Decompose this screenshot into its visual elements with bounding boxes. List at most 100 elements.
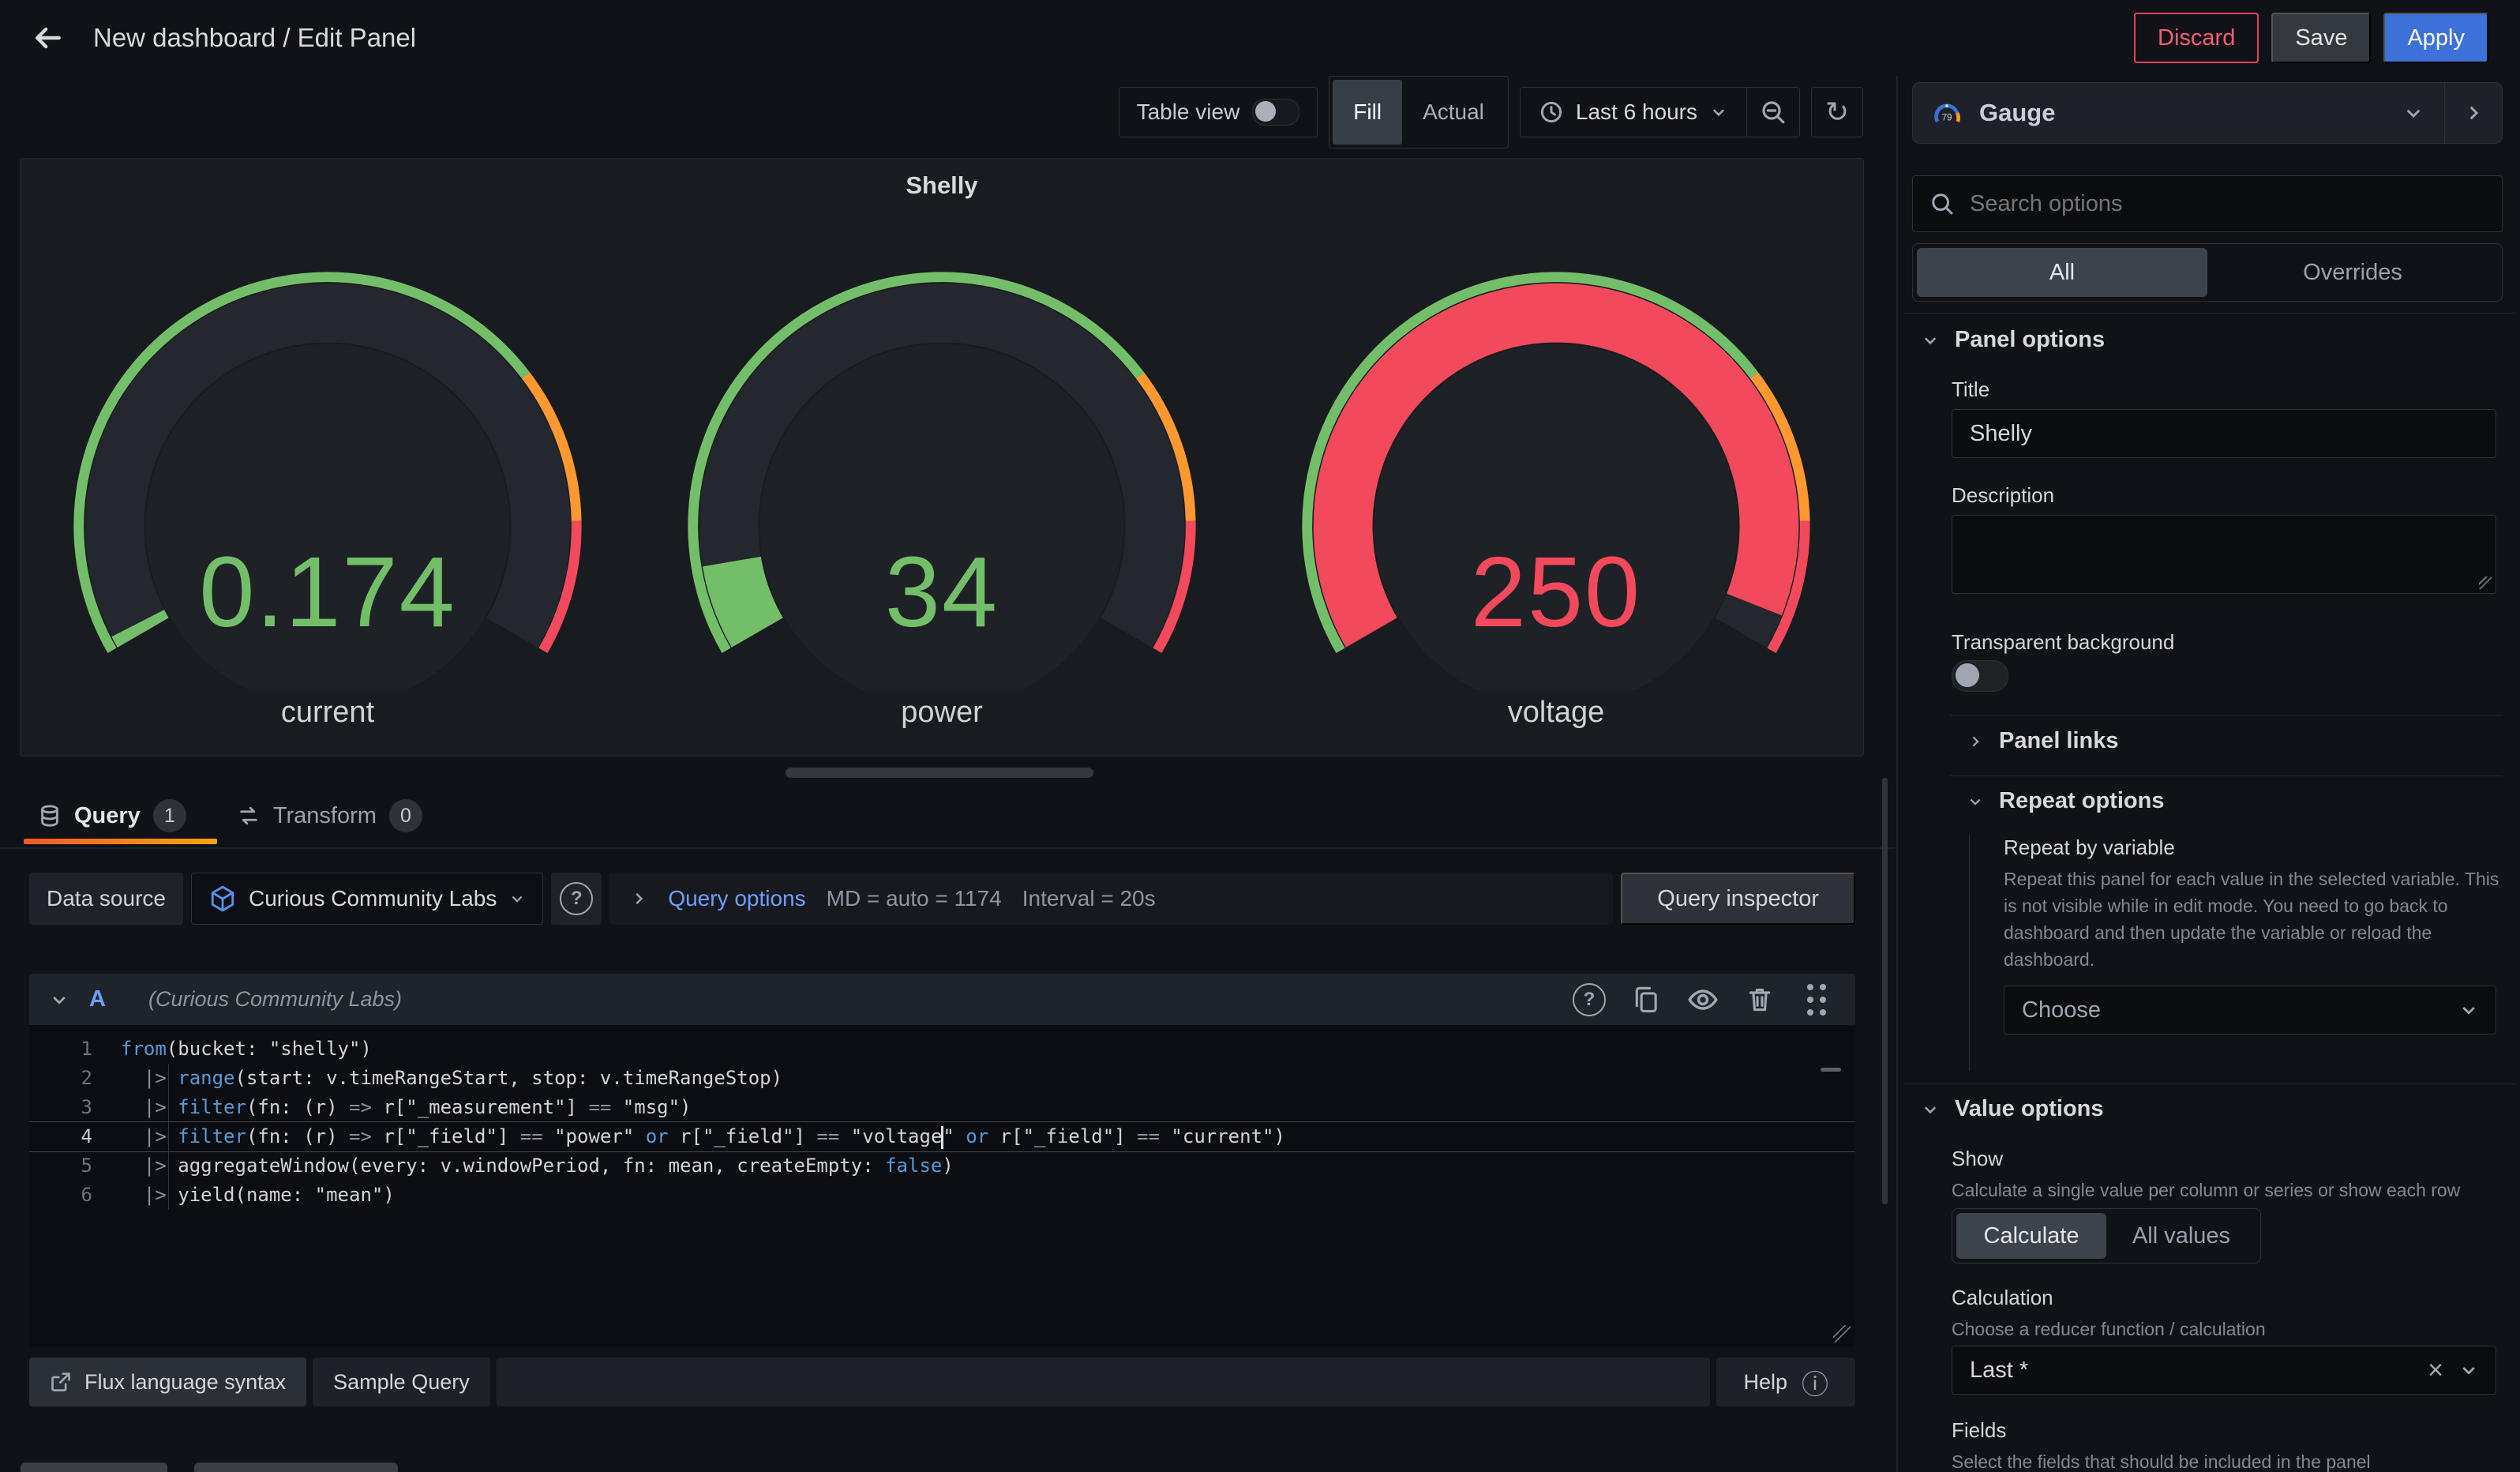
query-tabs: Query 1 Transform 0 [38,791,422,840]
fill-option[interactable]: Fill [1333,80,1402,145]
code-line[interactable]: 2 |> range(start: v.timeRangeStart, stop… [29,1064,1855,1093]
gauge-power: 34 power [635,269,1249,730]
search-options-input[interactable] [1968,190,2484,218]
table-view-toggle[interactable] [1252,99,1299,126]
tab-query[interactable]: Query 1 [38,799,186,832]
query-options-bar: Query options MD = auto = 1174 Interval … [609,873,1613,925]
panel-title-input[interactable] [1952,409,2496,458]
zoom-out-button[interactable] [1747,100,1799,125]
tab-transform[interactable]: Transform 0 [237,799,422,832]
tab-all[interactable]: All [1917,248,2207,297]
flux-syntax-button[interactable]: Flux language syntax [29,1357,306,1406]
delete-query-button[interactable] [1742,986,1778,1014]
description-textarea[interactable] [1952,515,2496,594]
query-help-button[interactable]: ? [1571,983,1607,1016]
influxdb-cube-icon [209,885,236,912]
chevron-down-icon [1710,103,1727,121]
interval-info: Interval = 20s [1022,886,1156,911]
section-divider [1904,313,2515,314]
grip-dots-icon [1807,984,1826,1016]
fill-actual-switch: Fill Actual [1329,76,1509,148]
toggle-visibility-button[interactable] [1685,984,1721,1016]
gauge-panel: Shelly 0.174 current 34 power 250 [20,158,1864,757]
save-button[interactable]: Save [2271,13,2371,63]
panel-resize-handle[interactable] [786,768,1093,778]
datasource-help-button[interactable]: ? [551,873,602,925]
editor-resize-corner[interactable] [1833,1325,1851,1342]
tab-query-label: Query [74,803,141,829]
external-link-icon [50,1371,72,1393]
chevron-down-icon [1922,1101,1939,1118]
section-panel-options[interactable]: Panel options [1922,327,2105,353]
apply-button[interactable]: Apply [2383,13,2488,63]
grafana-edit-panel: New dashboard / Edit Panel Discard Save … [0,0,2520,1472]
repeat-variable-select[interactable]: Choose [2004,986,2496,1035]
flux-code-editor[interactable]: 1from(bucket: "shelly")2 |> range(start:… [29,1025,1855,1347]
code-line[interactable]: 5 |> aggregateWindow(every: v.windowPeri… [29,1151,1855,1181]
code-line[interactable]: 6 |> yield(name: "mean") [29,1181,1855,1210]
duplicate-query-button[interactable] [1628,986,1664,1014]
content-scrollbar[interactable] [1882,778,1888,1204]
actual-option[interactable]: Actual [1402,80,1505,145]
clear-icon[interactable]: × [2428,1355,2443,1386]
gauge-value: 34 [669,535,1214,649]
query-editor-header: A (Curious Community Labs) ? [29,974,1855,1025]
time-range-group: Last 6 hours [1520,87,1800,137]
tab-overrides[interactable]: Overrides [2207,248,2498,297]
panel-title: Shelly [21,171,1863,203]
query-inspector-button[interactable]: Query inspector [1621,873,1855,925]
search-icon [1930,192,1954,216]
collapse-chevron-icon[interactable] [50,990,69,1009]
calculation-description: Choose a reducer function / calculation [1952,1316,2504,1342]
code-line[interactable]: 4 |> filter(fn: (r) => r["_field"] == "p… [29,1122,1855,1151]
fields-label: Fields [1952,1418,2006,1443]
chevron-down-icon [509,891,525,907]
show-mode-switch: Calculate All values [1952,1208,2261,1264]
gauge-label: current [281,696,374,730]
chevron-down-icon [1922,332,1939,349]
textarea-resize-corner[interactable] [2479,576,2492,589]
breadcrumb: New dashboard / Edit Panel [93,23,416,53]
visualization-name: Gauge [1979,99,2055,127]
show-label: Show [1952,1147,2003,1171]
calculation-select[interactable]: Last * × [1952,1346,2496,1395]
section-value-options[interactable]: Value options [1922,1096,2104,1122]
partial-button-left[interactable] [21,1463,167,1472]
question-circle-icon: ? [1573,983,1606,1016]
back-arrow-icon[interactable] [30,21,65,55]
table-view-label: Table view [1137,100,1240,125]
help-label: Help [1743,1370,1787,1395]
calculate-option[interactable]: Calculate [1956,1213,2106,1259]
code-line[interactable]: 1from(bucket: "shelly") [29,1035,1855,1064]
refresh-button[interactable]: ↻ [1811,87,1863,137]
collapse-sidebar-button[interactable] [2445,103,2502,123]
sample-query-button[interactable]: Sample Query [313,1357,490,1406]
section-panel-links[interactable]: Panel links [1967,728,2119,754]
query-options-link[interactable]: Query options [668,886,805,911]
query-ref-id[interactable]: A [89,986,106,1012]
datasource-row: Data source Curious Community Labs ? Que… [29,873,1855,925]
code-line[interactable]: 3 |> filter(fn: (r) => r["_measurement"]… [29,1093,1855,1122]
section-title: Panel links [1999,728,2119,754]
transparent-background-toggle[interactable] [1952,660,2008,692]
all-values-option[interactable]: All values [2106,1213,2256,1259]
gauge-label: power [901,696,983,730]
chevron-down-icon [2403,103,2424,123]
partial-button-right[interactable] [194,1463,398,1472]
time-range-picker[interactable]: Last 6 hours [1521,88,1746,137]
visualization-picker[interactable]: 79 Gauge [1912,82,2503,144]
drag-query-handle[interactable] [1798,984,1835,1016]
chevron-right-icon[interactable] [630,890,647,907]
transparent-background-label: Transparent background [1952,630,2174,655]
database-icon [38,804,62,828]
clock-icon [1539,100,1563,124]
editor-footer-filler [497,1357,1711,1406]
section-repeat-options[interactable]: Repeat options [1967,788,2164,814]
editor-footer: Flux language syntax Sample Query Help ⓘ [29,1357,1855,1406]
gauge-voltage: 250 voltage [1249,269,1863,730]
show-description: Calculate a single value per column or s… [1952,1177,2504,1204]
discard-button[interactable]: Discard [2134,13,2259,63]
repeat-select-placeholder: Choose [2022,997,2101,1023]
help-button[interactable]: Help ⓘ [1716,1357,1855,1406]
datasource-picker[interactable]: Curious Community Labs [191,873,543,925]
